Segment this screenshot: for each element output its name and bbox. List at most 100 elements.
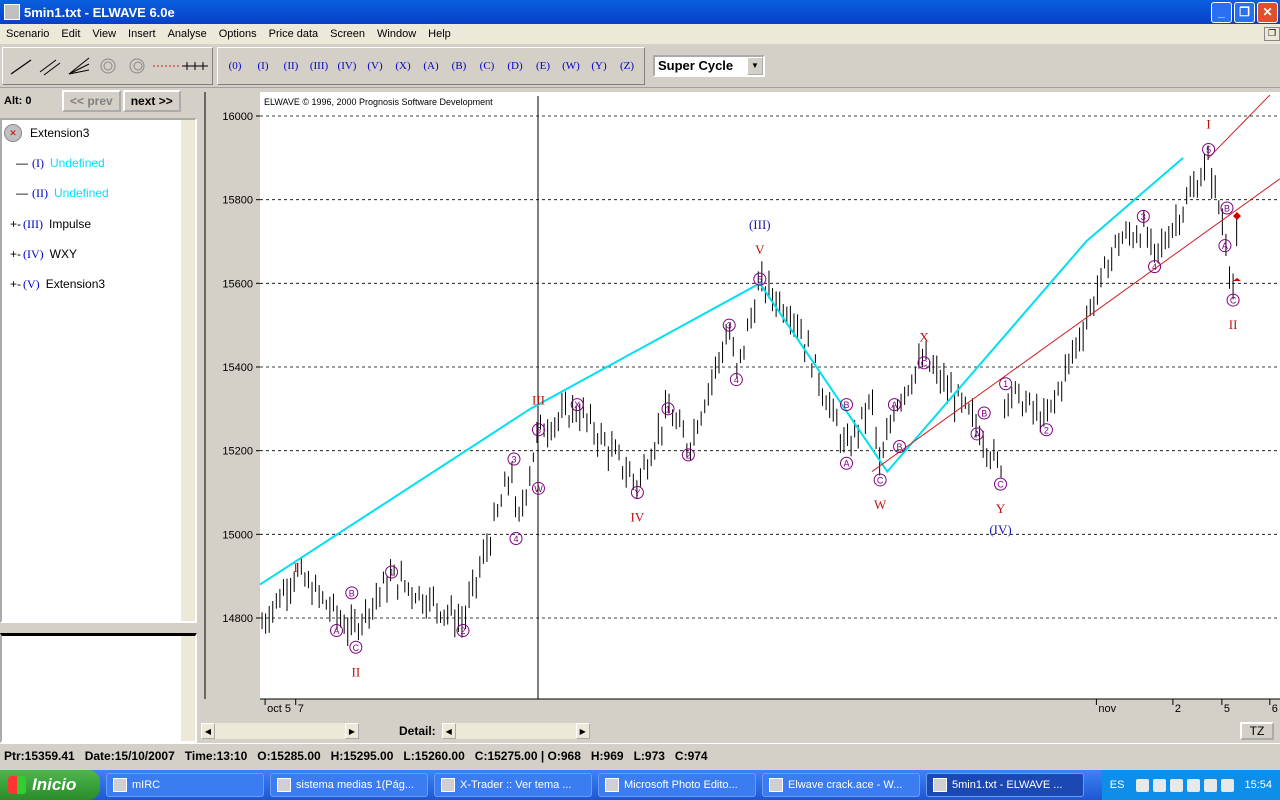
wave-label: V bbox=[755, 242, 765, 257]
x-tick-label: 6 bbox=[1272, 703, 1278, 715]
tree-item-ii[interactable]: — (II) Undefined bbox=[16, 182, 109, 204]
wave-label: A bbox=[843, 459, 849, 469]
elwave-icon bbox=[933, 778, 947, 792]
tree-item-iii[interactable]: +- (III) Impulse bbox=[10, 213, 91, 235]
menu-analyse[interactable]: Analyse bbox=[162, 28, 213, 40]
windows-flag-icon bbox=[8, 776, 26, 794]
menu-insert[interactable]: Insert bbox=[122, 28, 162, 40]
degree-select-value: Super Cycle bbox=[658, 58, 734, 73]
tree-item-label: WXY bbox=[49, 247, 78, 261]
tz-button[interactable]: TZ bbox=[1240, 722, 1274, 740]
detail-left-icon[interactable]: ◀ bbox=[441, 723, 456, 739]
wave-label: I bbox=[1206, 116, 1210, 131]
menu-options[interactable]: Options bbox=[213, 28, 263, 40]
detail-label: Detail: bbox=[399, 724, 436, 738]
close-button[interactable]: ✕ bbox=[1257, 1, 1278, 23]
tree-item-iv[interactable]: +- (IV) WXY bbox=[10, 243, 77, 265]
task-xtrader[interactable]: X-Trader :: Ver tema ... bbox=[434, 773, 592, 797]
expand-icon[interactable]: +- bbox=[10, 277, 21, 291]
expand-icon[interactable]: +- bbox=[10, 247, 21, 261]
menu-bar: Scenario Edit View Insert Analyse Option… bbox=[0, 24, 1280, 44]
detail-scroll-track[interactable] bbox=[455, 723, 576, 739]
task-photo-editor[interactable]: Microsoft Photo Edito... bbox=[598, 773, 756, 797]
tree-item-i[interactable]: — (I) Undefined bbox=[16, 152, 105, 174]
wave-button-1[interactable]: (I) bbox=[249, 52, 277, 80]
wave-button-c[interactable]: (C) bbox=[473, 52, 501, 80]
wave-label: 3 bbox=[727, 321, 732, 331]
tray-app-icon[interactable] bbox=[1204, 778, 1218, 792]
wave-button-w[interactable]: (W) bbox=[557, 52, 585, 80]
wave-button-5[interactable]: (V) bbox=[361, 52, 389, 80]
degree-select[interactable]: Super Cycle ▼ bbox=[653, 54, 765, 77]
wave-button-4[interactable]: (IV) bbox=[333, 52, 361, 80]
spiral-tool-icon[interactable] bbox=[122, 52, 151, 80]
wave-button-3[interactable]: (III) bbox=[305, 52, 333, 80]
task-elwave[interactable]: 5min1.txt - ELWAVE ... bbox=[926, 773, 1084, 797]
tree-item-root[interactable]: ✕ Extension3 bbox=[4, 122, 89, 144]
menu-help[interactable]: Help bbox=[422, 28, 457, 40]
scroll-right-icon[interactable]: ▶ bbox=[345, 723, 359, 739]
circle-tool-icon[interactable] bbox=[93, 52, 122, 80]
time-line-tool-icon[interactable] bbox=[180, 52, 209, 80]
language-indicator[interactable]: ES bbox=[1110, 779, 1125, 791]
wave-button-e[interactable]: (E) bbox=[529, 52, 557, 80]
wave-label: W bbox=[874, 497, 887, 512]
wave-tree: ✕ Extension3 — (I) Undefined — (II) Unde… bbox=[0, 118, 197, 623]
minimize-button[interactable]: _ bbox=[1211, 1, 1232, 23]
task-label: 5min1.txt - ELWAVE ... bbox=[952, 779, 1063, 791]
horizontal-line-tool-icon[interactable] bbox=[151, 52, 180, 80]
copyright-text: ELWAVE © 1996, 2000 Prognosis Software D… bbox=[264, 97, 493, 107]
network-icon[interactable] bbox=[1153, 778, 1167, 792]
menu-view[interactable]: View bbox=[86, 28, 122, 40]
parallel-line-tool-icon[interactable] bbox=[35, 52, 64, 80]
price-chart[interactable]: ELWAVE © 1996, 2000 Prognosis Software D… bbox=[201, 88, 1280, 720]
wave-button-b[interactable]: (B) bbox=[445, 52, 473, 80]
wave-label: (IV) bbox=[989, 522, 1011, 537]
chevron-down-icon[interactable]: ▼ bbox=[747, 56, 763, 75]
wave-label: C bbox=[353, 643, 360, 653]
detail-scrollbar[interactable] bbox=[181, 636, 195, 741]
task-sistema-medias[interactable]: sistema medias 1(Pág... bbox=[270, 773, 428, 797]
tree-item-v[interactable]: +- (V) Extension3 bbox=[10, 273, 105, 295]
expand-icon[interactable]: +- bbox=[10, 217, 21, 231]
volume-icon[interactable] bbox=[1187, 778, 1201, 792]
wave-button-0[interactable]: (0) bbox=[221, 52, 249, 80]
status-h2: H:969 bbox=[590, 749, 624, 763]
task-winrar[interactable]: Elwave crack.ace - W... bbox=[762, 773, 920, 797]
horizontal-scroll-area: ◀ ▶ Detail: ◀ ▶ TZ bbox=[201, 720, 1280, 742]
wave-button-d[interactable]: (D) bbox=[501, 52, 529, 80]
tray-app-icon[interactable] bbox=[1221, 778, 1235, 792]
wave-label: 5 bbox=[1206, 145, 1211, 155]
y-tick-label: 14800 bbox=[222, 613, 253, 625]
wave-button-x[interactable]: (X) bbox=[389, 52, 417, 80]
fan-tool-icon[interactable] bbox=[64, 52, 93, 80]
task-label: X-Trader :: Ver tema ... bbox=[460, 779, 572, 791]
main-scroll-track[interactable] bbox=[215, 723, 345, 739]
menu-price-data[interactable]: Price data bbox=[263, 28, 325, 40]
line-tool-icon[interactable] bbox=[6, 52, 35, 80]
restore-child-icon[interactable]: ❐ bbox=[1264, 27, 1280, 41]
help-icon[interactable] bbox=[1136, 778, 1150, 792]
wave-label: 4 bbox=[514, 534, 519, 544]
task-mirc[interactable]: mIRC bbox=[106, 773, 264, 797]
security-icon[interactable] bbox=[1170, 778, 1184, 792]
start-button[interactable]: Inicio bbox=[0, 770, 100, 800]
scenario-panel: Alt: 0 << prev next >> ✕ Extension3 — (I… bbox=[0, 88, 197, 743]
prev-button[interactable]: << prev bbox=[62, 90, 121, 112]
wave-button-a[interactable]: (A) bbox=[417, 52, 445, 80]
tree-scrollbar[interactable] bbox=[181, 120, 195, 621]
next-button[interactable]: next >> bbox=[122, 90, 181, 112]
menu-edit[interactable]: Edit bbox=[55, 28, 86, 40]
menu-window[interactable]: Window bbox=[371, 28, 422, 40]
scroll-left-icon[interactable]: ◀ bbox=[201, 723, 215, 739]
wave-label: III bbox=[532, 392, 545, 407]
detail-right-icon[interactable]: ▶ bbox=[575, 723, 590, 739]
wave-button-z[interactable]: (Z) bbox=[613, 52, 641, 80]
maximize-button[interactable]: ❐ bbox=[1234, 1, 1255, 23]
menu-scenario[interactable]: Scenario bbox=[0, 28, 55, 40]
wave-button-2[interactable]: (II) bbox=[277, 52, 305, 80]
status-high: H:15295.00 bbox=[330, 749, 394, 763]
menu-screen[interactable]: Screen bbox=[324, 28, 371, 40]
wave-button-y[interactable]: (Y) bbox=[585, 52, 613, 80]
status-open: O:15285.00 bbox=[257, 749, 321, 763]
